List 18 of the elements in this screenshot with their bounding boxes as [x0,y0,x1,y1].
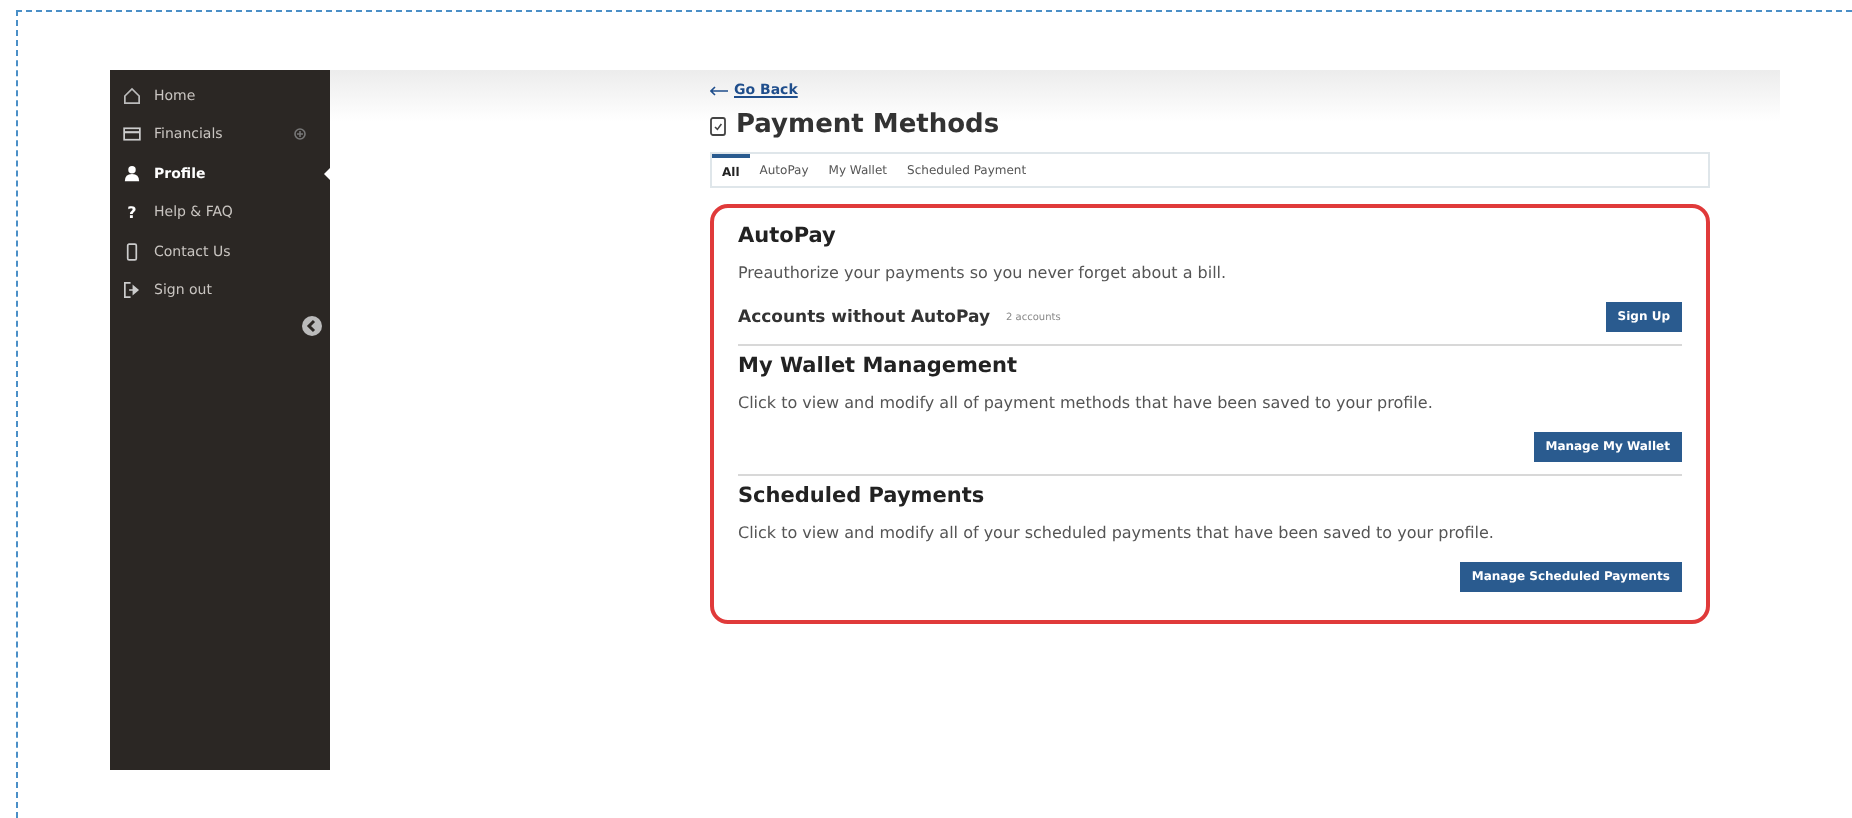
back-arrow-icon [710,85,728,95]
section-title: AutoPay [738,224,838,248]
section-description: Click to view and modify all of your scheduled payments that have been saved to your profile. [738,524,1496,542]
question-icon: ? [122,203,142,222]
section-description: Click to view and modify all of payment methods that have been saved to your profile. [738,394,1435,412]
document-icon [710,115,726,135]
house-icon [122,85,142,106]
page-title: Payment Methods [736,110,1000,140]
phone-icon [122,241,142,262]
accounts-label: Accounts without AutoPay [738,307,991,327]
card-icon [122,124,142,145]
signout-icon [122,280,142,301]
section-title: My Wallet Management [738,354,1020,378]
collapse-icon[interactable] [302,316,322,336]
person-icon [122,163,142,184]
section-title: Scheduled Payments [738,484,987,508]
expand-icon[interactable] [294,128,306,141]
section-description: Preauthorize your payments so you never forget about a bill. [738,264,1229,282]
